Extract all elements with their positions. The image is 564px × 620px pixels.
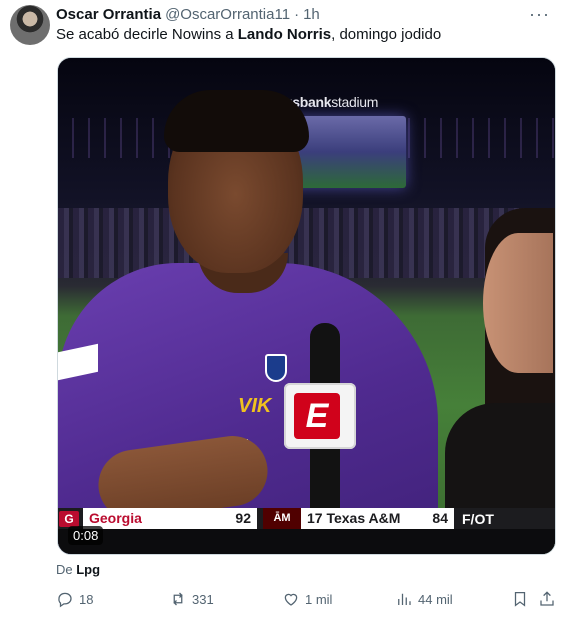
texas-am-logo-icon: ĀM	[263, 508, 301, 529]
media-source: De Lpg	[56, 562, 100, 577]
separator-dot: ·	[294, 5, 300, 23]
tweet-header: Oscar Orrantia @OscarOrrantia11 · 1h ···	[56, 4, 550, 24]
like-count: 1 mil	[305, 591, 333, 607]
views-chart-icon	[398, 593, 411, 605]
microphone-flag: E	[284, 383, 356, 449]
tweet-actions: 18 331 1 mil 44 mil	[56, 588, 556, 610]
bookmark-icon	[514, 591, 526, 607]
score-ticker: G Georgia 92 ĀM 17 Texas A&M 84 F/OT	[58, 508, 555, 529]
source-link[interactable]: Lpg	[76, 562, 100, 577]
stadium-sign-light: stadium	[331, 94, 379, 110]
ticker-score2: 84	[416, 508, 454, 529]
video-player[interactable]: usbankstadium VIK 1 E G Georgia 92 ĀM 17…	[57, 57, 556, 555]
share-icon	[540, 591, 554, 606]
reporter-face	[483, 233, 553, 373]
views-count: 44 mil	[418, 591, 453, 607]
tweet-text: Se acabó decirle Nowins a Lando Norris, …	[56, 26, 441, 43]
reply-icon	[58, 592, 72, 608]
author-handle[interactable]: @OscarOrrantia11	[165, 6, 290, 23]
bookmark-button[interactable]	[511, 588, 529, 610]
tweet-time[interactable]: 1h	[303, 6, 320, 23]
reply-count: 18	[79, 591, 94, 607]
retweet-button[interactable]: 331	[169, 588, 214, 610]
reply-button[interactable]: 18	[56, 588, 93, 610]
player-hair	[164, 90, 309, 152]
jersey-wordmark: VIK	[238, 395, 272, 417]
ticker-footer	[58, 529, 555, 554]
espn-logo-icon: E	[294, 393, 340, 439]
video-duration: 0:08	[68, 526, 104, 545]
views-button[interactable]: 44 mil	[395, 588, 453, 610]
author-name[interactable]: Oscar Orrantia	[56, 6, 161, 23]
ticker-score1: 92	[201, 508, 257, 529]
source-prefix: De	[56, 562, 77, 577]
tweet-text-end: , domingo jodido	[331, 26, 442, 43]
share-button[interactable]	[538, 588, 556, 610]
heart-icon	[284, 593, 298, 606]
retweet-icon	[173, 592, 183, 606]
georgia-logo-icon: G	[59, 510, 79, 527]
nfl-shield-icon	[265, 354, 287, 382]
ticker-status: F/OT	[462, 510, 494, 527]
tweet-text-start: Se acabó decirle Nowins a	[56, 26, 238, 43]
tweet-text-bold: Lando Norris	[237, 26, 332, 43]
ticker-team2: 17 Texas A&M	[301, 508, 416, 529]
retweet-count: 331	[192, 591, 214, 607]
author-avatar[interactable]	[10, 5, 50, 45]
more-options-icon[interactable]: ···	[529, 4, 550, 25]
like-button[interactable]: 1 mil	[282, 588, 332, 610]
